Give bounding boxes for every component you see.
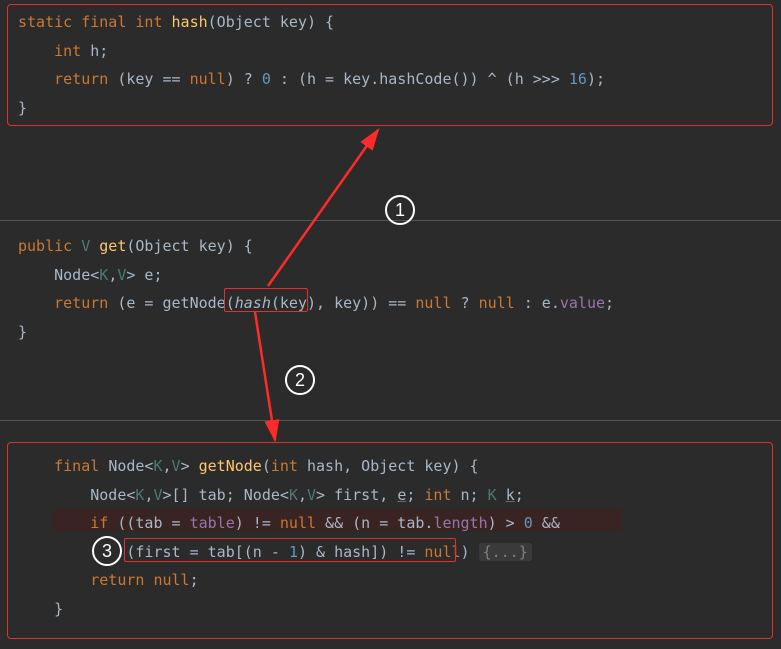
code-block-get: public V get(Object key) { Node<K,V> e; … — [18, 232, 614, 346]
divider — [0, 420, 781, 421]
code-block-hash: static final int hash(Object key) { int … — [18, 8, 605, 122]
annotation-2: 2 — [285, 365, 315, 395]
annotation-3: 3 — [92, 536, 122, 566]
annotation-1: 1 — [385, 195, 415, 225]
